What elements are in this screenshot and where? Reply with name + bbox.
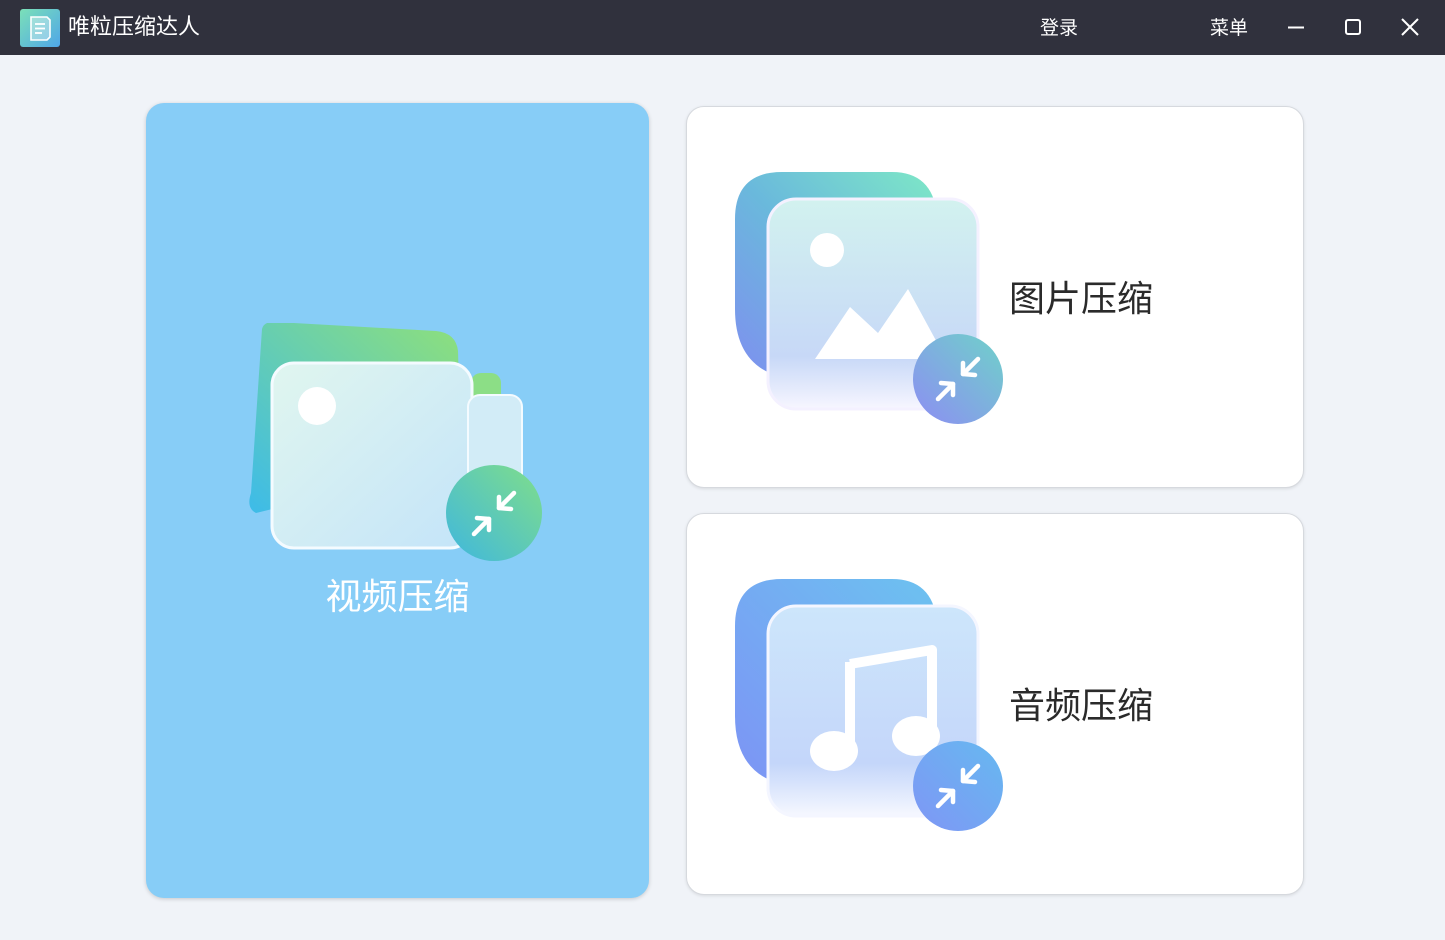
audio-compress-card[interactable]: 音频压缩: [686, 513, 1304, 895]
compress-badge-icon: [446, 465, 542, 561]
video-compress-card[interactable]: 视频压缩: [146, 103, 649, 898]
video-folder-icon: [249, 323, 542, 561]
compress-badge-icon: [913, 334, 1003, 424]
menu-button[interactable]: 菜单: [1210, 13, 1248, 43]
compress-badge-icon: [913, 741, 1003, 831]
close-icon[interactable]: [1391, 8, 1429, 46]
app-title: 唯粒压缩达人: [68, 15, 201, 40]
minimize-icon[interactable]: [1277, 8, 1315, 46]
image-icon: [735, 172, 1003, 424]
music-note-icon: [735, 579, 1003, 831]
login-button[interactable]: 登录: [1040, 13, 1078, 43]
image-compress-card[interactable]: 图片压缩: [686, 106, 1304, 488]
document-logo-icon: [20, 9, 60, 47]
image-compress-label: 图片压缩: [1009, 279, 1154, 320]
maximize-icon[interactable]: [1334, 8, 1372, 46]
video-compress-label: 视频压缩: [325, 577, 470, 618]
audio-compress-label: 音频压缩: [1009, 686, 1154, 727]
title-bar: 唯粒压缩达人 登录 菜单: [0, 0, 1445, 55]
